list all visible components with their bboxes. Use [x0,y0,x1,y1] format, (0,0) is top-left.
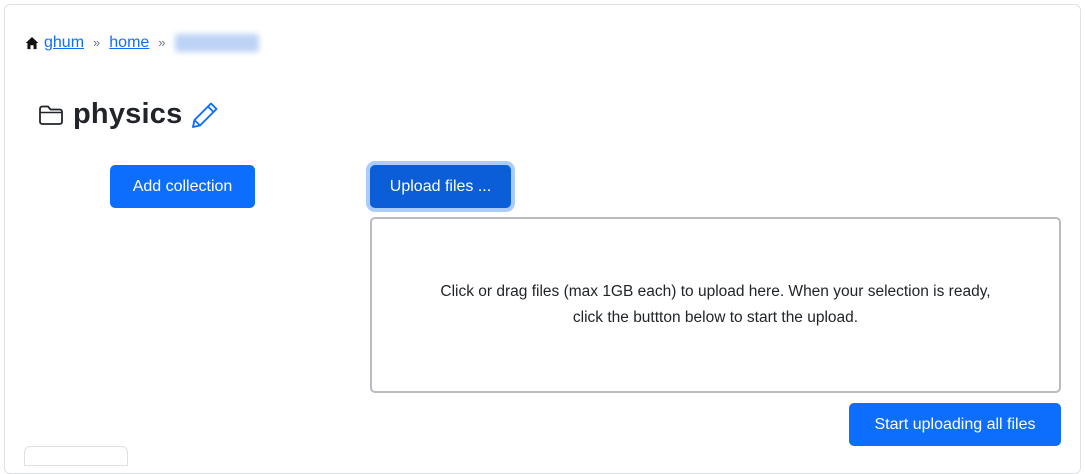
file-dropzone[interactable]: Click or drag files (max 1GB each) to up… [370,217,1061,393]
breadcrumb-separator: » [93,35,101,50]
folder-header: physics [38,98,221,131]
dropzone-instructions: Click or drag files (max 1GB each) to up… [440,279,990,331]
pencil-icon[interactable] [189,99,221,131]
upload-files-button[interactable]: Upload files ... [370,165,511,208]
page-title: physics [73,98,183,130]
dropzone-text-line1: Click or drag files (max 1GB each) to up… [440,283,991,300]
breadcrumb-separator: » [158,35,166,50]
breadcrumb: ghum » home » [25,33,259,53]
home-icon [25,37,39,50]
bottom-card-edge [24,446,128,466]
breadcrumb-current-redacted [174,34,259,52]
breadcrumb-link-home[interactable]: home [109,33,149,53]
start-uploading-button[interactable]: Start uploading all files [849,403,1061,446]
dropzone-text-line2: click the buttton below to start the upl… [572,309,859,326]
add-collection-button[interactable]: Add collection [110,165,255,208]
folder-icon [39,105,63,125]
breadcrumb-link-ghum[interactable]: ghum [44,33,84,53]
